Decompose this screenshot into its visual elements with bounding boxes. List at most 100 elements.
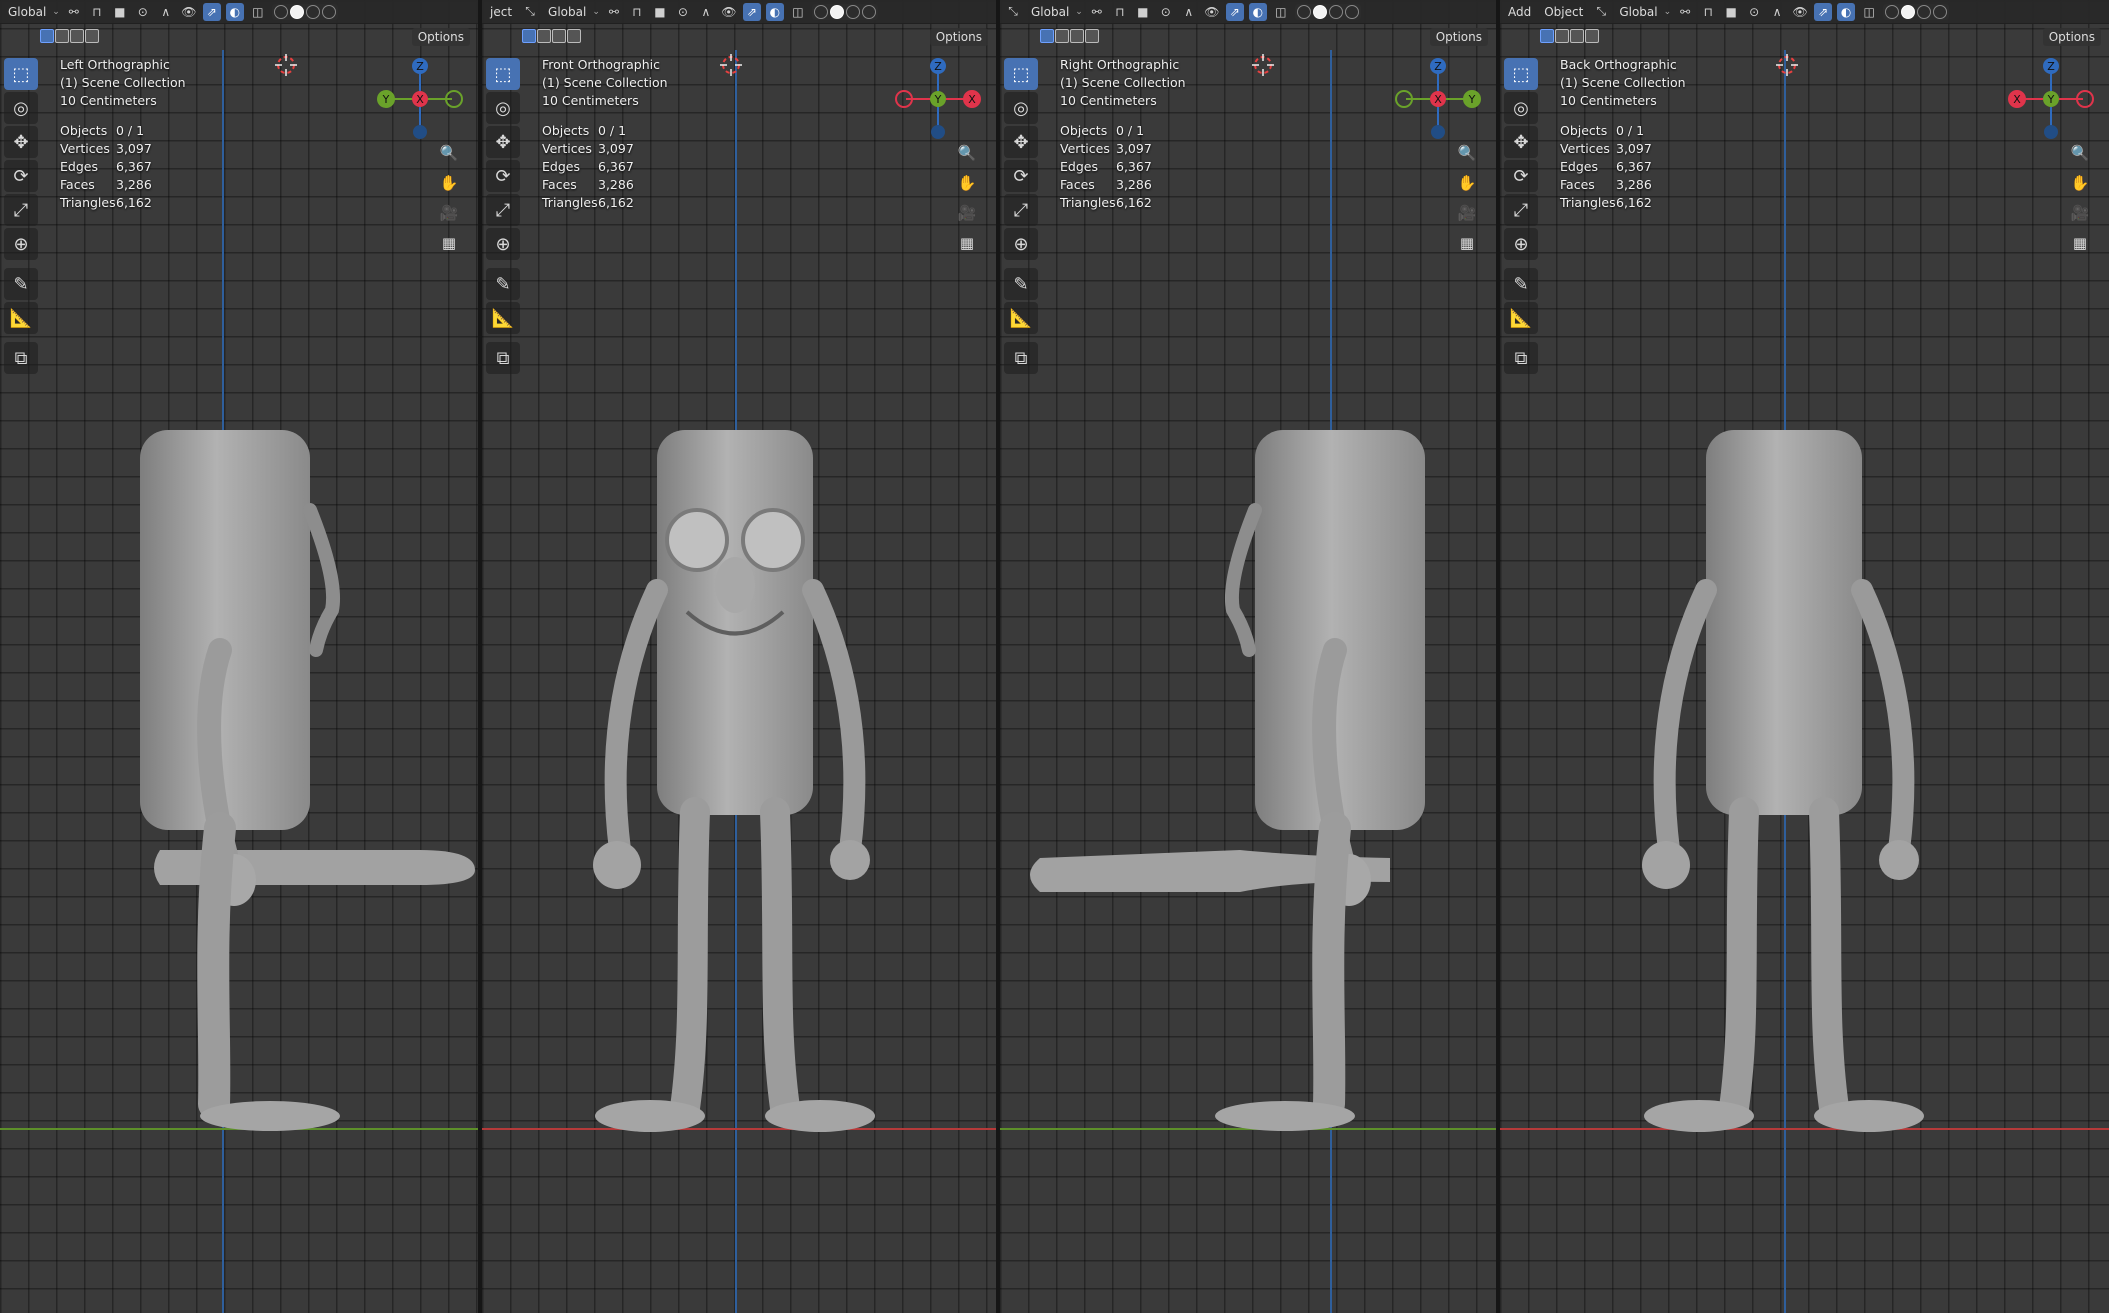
select-invert-icon[interactable] xyxy=(567,29,581,43)
camera-view-icon[interactable]: 🎥 xyxy=(1454,200,1480,226)
transform-orientation-icon[interactable]: ⤡ xyxy=(521,3,539,21)
pan-hand-icon[interactable]: ✋ xyxy=(1454,170,1480,196)
chevron-down-icon[interactable]: ⌄ xyxy=(52,7,60,17)
object-menu[interactable]: Object xyxy=(1540,5,1587,19)
visibility-icon[interactable]: 👁 xyxy=(1203,3,1221,21)
proportional-edit-icon[interactable]: ⊙ xyxy=(134,3,152,21)
zoom-icon[interactable]: 🔍 xyxy=(1454,140,1480,166)
falloff-icon[interactable]: ∧ xyxy=(1768,3,1786,21)
options-dropdown[interactable]: Options xyxy=(929,28,988,46)
measure-tool-icon[interactable]: 📐 xyxy=(4,302,38,334)
selection-mode-buttons[interactable] xyxy=(1540,29,1599,43)
ortho-grid-icon[interactable]: ▦ xyxy=(1454,230,1480,256)
chevron-down-icon[interactable]: ⌄ xyxy=(1664,7,1672,17)
cursor-tool-icon[interactable]: ◎ xyxy=(4,92,38,124)
select-extend-icon[interactable] xyxy=(1555,29,1569,43)
solid-shading-button[interactable] xyxy=(1901,4,1916,19)
pivot-point-icon[interactable]: ⚯ xyxy=(1088,3,1106,21)
snap-target-icon[interactable]: ■ xyxy=(1722,3,1740,21)
transform-orientation-label[interactable]: Global xyxy=(1027,5,1073,19)
material-shading-button[interactable] xyxy=(305,4,320,19)
rotate-tool-icon[interactable]: ⟳ xyxy=(486,160,520,192)
visibility-icon[interactable]: 👁 xyxy=(720,3,738,21)
measure-tool-icon[interactable]: 📐 xyxy=(486,302,520,334)
selection-mode-buttons[interactable] xyxy=(40,29,99,43)
annotate-tool-icon[interactable]: ✎ xyxy=(4,268,38,300)
annotate-tool-icon[interactable]: ✎ xyxy=(1004,268,1038,300)
material-shading-button[interactable] xyxy=(1328,4,1343,19)
transform-tool-icon[interactable]: ⊕ xyxy=(1504,228,1538,260)
select-invert-icon[interactable] xyxy=(1085,29,1099,43)
overlay-icon[interactable]: ◐ xyxy=(765,2,784,21)
pivot-point-icon[interactable]: ⚯ xyxy=(605,3,623,21)
snap-target-icon[interactable]: ■ xyxy=(651,3,669,21)
select-new-icon[interactable] xyxy=(40,29,54,43)
gizmo-toggle-icon[interactable]: ⇗ xyxy=(1225,2,1244,21)
object-menu[interactable]: ject xyxy=(486,5,516,19)
add-cube-tool-icon[interactable]: ⧉ xyxy=(1004,342,1038,374)
wireframe-shading-button[interactable] xyxy=(813,4,828,19)
viewport-3[interactable]: ⤡ Global ⌄ ⚯ ⊓ ■ ⊙ ∧ 👁 ⇗ ◐ ◫ Options ⬚ ◎ ✥ ⟳ ⤢ ⊕ ✎ 📐 ⧉ Right O… xyxy=(1000,0,1496,1313)
snap-target-icon[interactable]: ■ xyxy=(1134,3,1152,21)
shading-mode-buttons[interactable] xyxy=(811,3,878,20)
cursor-tool-icon[interactable]: ◎ xyxy=(486,92,520,124)
navigation-gizmo[interactable]: Z Y X xyxy=(370,56,470,146)
solid-shading-button[interactable] xyxy=(289,4,304,19)
viewport-2[interactable]: ject ⤡ Global ⌄ ⚯ ⊓ ■ ⊙ ∧ 👁 ⇗ ◐ ◫ Options ⬚ ◎ ✥ ⟳ ⤢ ⊕ ✎ 📐 ⧉ Fro… xyxy=(482,0,996,1313)
measure-tool-icon[interactable]: 📐 xyxy=(1004,302,1038,334)
material-shading-button[interactable] xyxy=(845,4,860,19)
solid-shading-button[interactable] xyxy=(829,4,844,19)
add-menu[interactable]: Add xyxy=(1504,5,1535,19)
snap-target-icon[interactable]: ■ xyxy=(111,3,129,21)
navigation-gizmo[interactable]: Z Y X xyxy=(1388,56,1488,146)
wireframe-shading-button[interactable] xyxy=(273,4,288,19)
cursor-tool-icon[interactable]: ◎ xyxy=(1504,92,1538,124)
character-model[interactable] xyxy=(0,380,478,1160)
zoom-icon[interactable]: 🔍 xyxy=(954,140,980,166)
select-new-icon[interactable] xyxy=(1040,29,1054,43)
add-cube-tool-icon[interactable]: ⧉ xyxy=(1504,342,1538,374)
move-tool-icon[interactable]: ✥ xyxy=(4,126,38,158)
select-box-tool-icon[interactable]: ⬚ xyxy=(1504,58,1538,90)
visibility-icon[interactable]: 👁 xyxy=(1791,3,1809,21)
wireframe-shading-button[interactable] xyxy=(1296,4,1311,19)
pivot-point-icon[interactable]: ⚯ xyxy=(65,3,83,21)
select-subtract-icon[interactable] xyxy=(552,29,566,43)
transform-orientation-label[interactable]: Global xyxy=(544,5,590,19)
ortho-grid-icon[interactable]: ▦ xyxy=(436,230,462,256)
select-box-tool-icon[interactable]: ⬚ xyxy=(486,58,520,90)
rotate-tool-icon[interactable]: ⟳ xyxy=(1004,160,1038,192)
falloff-icon[interactable]: ∧ xyxy=(157,3,175,21)
pivot-point-icon[interactable]: ⚯ xyxy=(1676,3,1694,21)
proportional-edit-icon[interactable]: ⊙ xyxy=(1157,3,1175,21)
select-subtract-icon[interactable] xyxy=(70,29,84,43)
visibility-icon[interactable]: 👁 xyxy=(180,3,198,21)
camera-view-icon[interactable]: 🎥 xyxy=(954,200,980,226)
character-model[interactable] xyxy=(482,380,996,1160)
gizmo-toggle-icon[interactable]: ⇗ xyxy=(202,2,221,21)
select-new-icon[interactable] xyxy=(522,29,536,43)
options-dropdown[interactable]: Options xyxy=(2042,28,2101,46)
select-invert-icon[interactable] xyxy=(85,29,99,43)
material-shading-button[interactable] xyxy=(1917,4,1932,19)
navigation-gizmo[interactable]: Z X Y xyxy=(888,56,988,146)
chevron-down-icon[interactable]: ⌄ xyxy=(592,7,600,17)
annotate-tool-icon[interactable]: ✎ xyxy=(486,268,520,300)
rendered-shading-button[interactable] xyxy=(861,4,876,19)
rotate-tool-icon[interactable]: ⟳ xyxy=(1504,160,1538,192)
select-invert-icon[interactable] xyxy=(1585,29,1599,43)
annotate-tool-icon[interactable]: ✎ xyxy=(1504,268,1538,300)
move-tool-icon[interactable]: ✥ xyxy=(1004,126,1038,158)
transform-tool-icon[interactable]: ⊕ xyxy=(4,228,38,260)
add-cube-tool-icon[interactable]: ⧉ xyxy=(486,342,520,374)
select-extend-icon[interactable] xyxy=(1055,29,1069,43)
select-extend-icon[interactable] xyxy=(537,29,551,43)
rendered-shading-button[interactable] xyxy=(1933,4,1948,19)
xray-icon[interactable]: ◫ xyxy=(1272,3,1290,21)
select-box-tool-icon[interactable]: ⬚ xyxy=(4,58,38,90)
rendered-shading-button[interactable] xyxy=(321,4,336,19)
camera-view-icon[interactable]: 🎥 xyxy=(436,200,462,226)
shading-mode-buttons[interactable] xyxy=(1883,3,1950,20)
wireframe-shading-button[interactable] xyxy=(1885,4,1900,19)
xray-icon[interactable]: ◫ xyxy=(1860,3,1878,21)
